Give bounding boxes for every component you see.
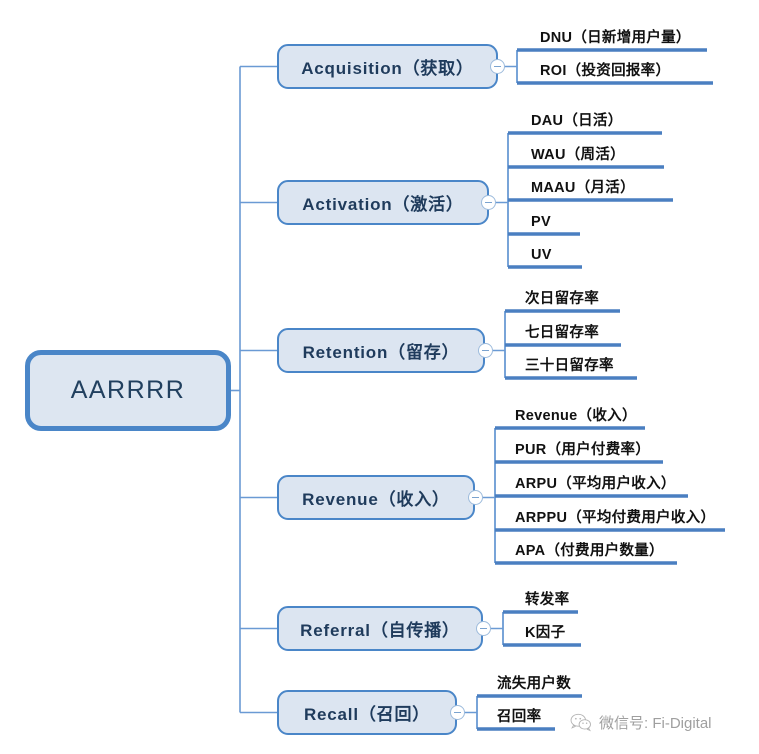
branch-node-recall[interactable]: Recall（召回） [277,690,457,735]
leaf-label-day1-retention[interactable]: 次日留存率 [525,292,599,307]
leaf-label-pur[interactable]: PUR（用户付费率） [515,443,650,458]
branch-node-label: Retention（留存） [302,343,460,362]
watermark: 微信号: Fi-Digital [570,712,712,733]
leaf-label-pv[interactable]: PV [531,215,551,230]
branch-node-revenue[interactable]: Revenue（收入） [277,475,475,520]
branch-node-label: Referral（自传播） [300,621,460,640]
branch-node-referral[interactable]: Referral（自传播） [277,606,483,651]
collapse-toggle-retention[interactable] [478,343,493,358]
branch-node-label: Acquisition（获取） [301,59,474,78]
leaf-label-churned-users[interactable]: 流失用户数 [497,677,571,692]
collapse-toggle-activation[interactable] [481,195,496,210]
leaf-label-maau[interactable]: MAAU（月活） [531,181,635,196]
collapse-toggle-acquisition[interactable] [490,59,505,74]
branch-node-acquisition[interactable]: Acquisition（获取） [277,44,498,89]
collapse-toggle-referral[interactable] [476,621,491,636]
wechat-icon [570,713,591,732]
leaf-label-arppu[interactable]: ARPPU（平均付费用户收入） [515,511,715,526]
leaf-label-forward-rate[interactable]: 转发率 [525,593,569,608]
root-node-label: AARRRR [70,376,186,404]
leaf-label-day7-retention[interactable]: 七日留存率 [525,326,599,341]
leaf-label-arpu[interactable]: ARPU（平均用户收入） [515,477,676,492]
leaf-label-revenue[interactable]: Revenue（收入） [515,409,637,424]
leaf-label-recall-rate[interactable]: 召回率 [497,710,541,725]
leaf-label-dnu[interactable]: DNU（日新增用户量） [540,31,691,46]
leaf-label-wau[interactable]: WAU（周活） [531,148,625,163]
leaf-label-apa[interactable]: APA（付费用户数量） [515,544,664,559]
leaf-label-k-factor[interactable]: K因子 [525,626,565,641]
leaf-label-uv[interactable]: UV [531,248,552,263]
leaf-label-roi[interactable]: ROI（投资回报率） [540,64,670,79]
mindmap-canvas: AARRRR Acquisition（获取） Activation（激活） Re… [0,0,759,754]
collapse-toggle-revenue[interactable] [468,490,483,505]
branch-node-retention[interactable]: Retention（留存） [277,328,485,373]
branch-node-label: Revenue（收入） [302,490,450,509]
leaf-label-dau[interactable]: DAU（日活） [531,114,623,129]
branch-node-activation[interactable]: Activation（激活） [277,180,489,225]
branch-node-label: Recall（召回） [303,705,431,724]
collapse-toggle-recall[interactable] [450,705,465,720]
leaf-label-day30-retention[interactable]: 三十日留存率 [525,359,614,374]
branch-node-label: Activation（激活） [302,195,464,214]
watermark-text: 微信号: Fi-Digital [599,715,712,732]
root-node-aarrrr[interactable]: AARRRR [25,350,231,431]
